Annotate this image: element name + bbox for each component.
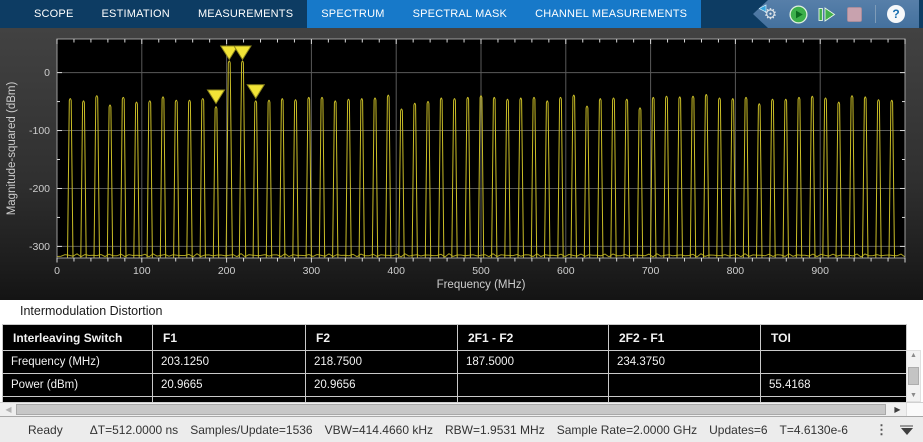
scroll-up-icon[interactable]: ▲ xyxy=(910,352,917,360)
status-stat: Sample Rate=2.0000 GHz xyxy=(556,422,698,437)
status-stat: Updates=6 xyxy=(709,422,768,437)
run-settings-button[interactable]: ⚙ xyxy=(758,3,780,24)
column-header: F2 xyxy=(305,324,458,351)
table-cell: 20.9656 xyxy=(305,373,458,397)
status-stat: ΔT=512.0000 ns xyxy=(89,422,179,437)
imd-table-header-row: Interleaving Switch F1 F2 2F1 - F2 2F2 - F1 T… xyxy=(2,324,907,351)
x-tick-label: 600 xyxy=(557,265,575,277)
x-tick-label: 100 xyxy=(133,265,151,277)
status-stat: T=4.6130e-6 xyxy=(779,422,848,437)
horizontal-scroll-thumb[interactable] xyxy=(16,404,886,415)
y-tick-label: -100 xyxy=(29,125,50,137)
scrollbar-corner xyxy=(906,403,923,417)
help-button[interactable]: ? xyxy=(887,5,905,23)
column-header: 2F1 - F2 xyxy=(457,324,609,351)
column-header: TOI xyxy=(760,324,907,351)
dock-icon[interactable] xyxy=(900,424,913,435)
tab-scope[interactable]: SCOPE xyxy=(20,0,88,28)
tab-estimation[interactable]: ESTIMATION xyxy=(88,0,184,28)
spectrum-plot: 0 100 200 300 400 500 600 700 800 900 0 -100 -200 -30… xyxy=(0,28,923,300)
table-cell: 234.3750 xyxy=(608,350,761,374)
column-header: F1 xyxy=(152,324,306,351)
play-icon xyxy=(789,4,808,24)
toolbar-separator xyxy=(875,5,876,23)
table-cell xyxy=(760,350,907,374)
scroll-left-icon[interactable]: ◀ xyxy=(2,403,15,416)
table-cell: 203.1250 xyxy=(152,350,306,374)
x-tick-label: 900 xyxy=(811,265,829,277)
vertical-scroll-thumb[interactable] xyxy=(908,367,919,385)
x-tick-label: 400 xyxy=(387,265,405,277)
column-header: 2F2 - F1 xyxy=(608,324,761,351)
table-vertical-scrollbar[interactable]: ▲ ▼ xyxy=(906,350,921,402)
status-stats: ΔT=512.0000 ns Samples/Update=1536 VBW=414… xyxy=(63,423,875,437)
tab-spectrum[interactable]: SPECTRUM xyxy=(307,0,398,28)
table-row-partial xyxy=(2,396,907,402)
x-tick-label: 200 xyxy=(218,265,236,277)
x-tick-label: 0 xyxy=(54,265,60,277)
status-stat: RBW=1.9531 MHz xyxy=(445,422,545,437)
scroll-right-icon[interactable]: ▶ xyxy=(891,403,904,416)
run-controls-banner: ⚙ ? xyxy=(753,0,919,28)
y-axis-label: Magnitude-squared (dBm) xyxy=(6,82,18,216)
stop-icon xyxy=(847,6,862,22)
column-header: Interleaving Switch xyxy=(2,324,153,351)
table-cell: Power (dBm) xyxy=(2,373,153,397)
blue-arrow-icon xyxy=(758,3,767,13)
x-tick-label: 700 xyxy=(642,265,660,277)
stop-button[interactable] xyxy=(845,5,864,24)
spectrum-analyzer-window: SCOPE ESTIMATION MEASUREMENTS SPECTRUM SPECT… xyxy=(0,0,923,442)
tab-measurements[interactable]: MEASUREMENTS xyxy=(184,0,307,28)
status-stat: VBW=414.4660 kHz xyxy=(324,422,434,437)
step-forward-icon xyxy=(818,6,835,22)
table-cell: 20.9665 xyxy=(152,373,306,397)
tab-channel-measurements[interactable]: CHANNEL MEASUREMENTS xyxy=(521,0,701,28)
y-tick-label: -200 xyxy=(29,183,50,195)
x-tick-label: 800 xyxy=(727,265,745,277)
table-row: Frequency (MHz) 203.1250 218.7500 187.5000 2… xyxy=(2,350,907,374)
status-icons: ⋮ xyxy=(875,423,913,436)
measurements-panel: Intermodulation Distortion Interleaving … xyxy=(0,300,923,402)
table-cell xyxy=(457,373,609,397)
horizontal-scrollbar[interactable]: ◀ ▶ xyxy=(0,402,923,417)
x-axis-label: Frequency (MHz) xyxy=(437,279,526,291)
y-tick-label: -300 xyxy=(29,241,50,253)
scroll-down-icon[interactable]: ▼ xyxy=(910,392,917,400)
status-state: Ready xyxy=(28,422,63,437)
run-button[interactable] xyxy=(789,4,808,24)
toolstrip-tabs: SCOPE ESTIMATION MEASUREMENTS SPECTRUM SPECT… xyxy=(0,0,702,28)
table-cell: 187.5000 xyxy=(457,350,609,374)
overflow-dots-icon[interactable]: ⋮ xyxy=(875,423,888,436)
x-tick-label: 300 xyxy=(303,265,321,277)
highlighted-tab-group: SPECTRUM SPECTRAL MASK CHANNEL MEASUREMENT… xyxy=(307,0,702,28)
x-tick-label: 500 xyxy=(472,265,490,277)
status-stat: Samples/Update=1536 xyxy=(190,422,313,437)
table-cell: Frequency (MHz) xyxy=(2,350,153,374)
tab-spectral-mask[interactable]: SPECTRAL MASK xyxy=(399,0,522,28)
status-bar: Ready ΔT=512.0000 ns Samples/Update=1536 V… xyxy=(0,416,923,442)
table-cell xyxy=(608,373,761,397)
toolstrip: SCOPE ESTIMATION MEASUREMENTS SPECTRUM SPECT… xyxy=(0,0,923,28)
step-forward-button[interactable] xyxy=(817,5,836,24)
measurements-panel-title: Intermodulation Distortion xyxy=(20,304,163,318)
y-tick-label: 0 xyxy=(44,67,50,79)
imd-table: Interleaving Switch F1 F2 2F1 - F2 2F2 - F1 T… xyxy=(2,324,907,402)
table-row: Power (dBm) 20.9665 20.9656 55.4168 xyxy=(2,373,907,397)
table-cell: 55.4168 xyxy=(760,373,907,397)
spectrum-chart[interactable]: 0 100 200 300 400 500 600 700 800 900 0 -100 -200 -30… xyxy=(0,28,923,300)
table-cell: 218.7500 xyxy=(305,350,458,374)
